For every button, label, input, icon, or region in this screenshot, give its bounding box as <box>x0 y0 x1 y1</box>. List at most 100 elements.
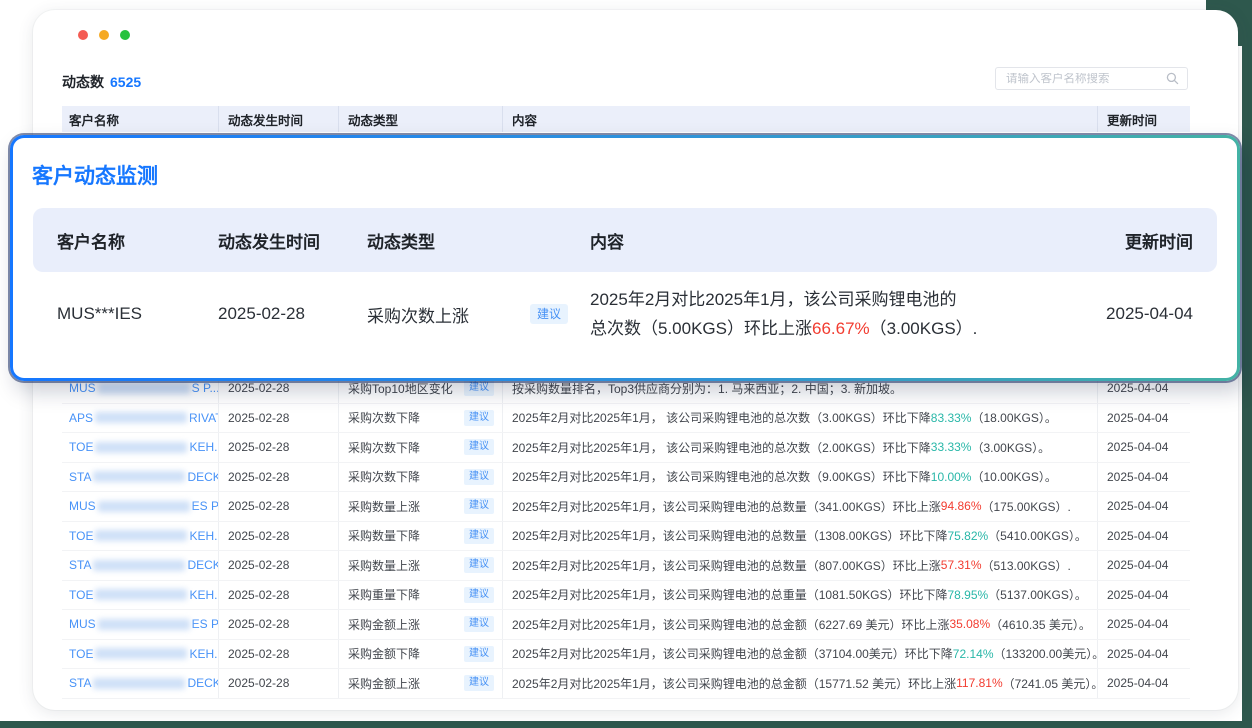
customer-name-prefix: TOE <box>69 440 93 454</box>
update-time: 2025-04-04 <box>1098 463 1190 492</box>
content-suffix-text: （513.00KGS）. <box>982 557 1071 574</box>
customer-name-prefix: MUS <box>69 617 96 631</box>
table-row[interactable]: TOEKEH... 2025-02-28 采购次数下降 建议 2025年2月对比… <box>62 433 1190 463</box>
table-row[interactable]: APSRIVAT... 2025-02-28 采购次数下降 建议 2025年2月… <box>62 404 1190 434</box>
event-date: 2025-02-28 <box>219 551 339 580</box>
event-type-cell: 采购数量下降 建议 <box>339 522 503 551</box>
suggestion-badge: 建议 <box>464 439 494 455</box>
table-row[interactable]: STADECK... 2025-02-28 采购数量上涨 建议 2025年2月对… <box>62 551 1190 581</box>
redacted-name-blur <box>95 589 187 600</box>
redacted-name-blur <box>93 560 185 571</box>
overlay-column-event-type: 动态类型 <box>367 228 590 253</box>
redacted-name-blur <box>95 530 187 541</box>
event-type-label: 采购次数下降 <box>348 439 420 456</box>
event-date: 2025-02-28 <box>219 463 339 492</box>
table-row[interactable]: MUSES P... 2025-02-28 采购金额上涨 建议 2025年2月对… <box>62 610 1190 640</box>
customer-name-suffix: RIVAT... <box>189 411 219 425</box>
overlay-content-line1: 2025年2月对比2025年1月，该公司采购锂电池的 <box>590 290 957 309</box>
table-row[interactable]: TOEKEH... 2025-02-28 采购数量下降 建议 2025年2月对比… <box>62 522 1190 552</box>
customer-name-link[interactable]: STADECK... <box>69 558 219 572</box>
customer-name-link[interactable]: MUSES P... <box>69 499 219 513</box>
content-suffix-text: （4610.35 美元）。 <box>990 616 1091 633</box>
column-header-event-date[interactable]: 动态发生时间 <box>219 106 339 132</box>
percent-change-value: 94.86% <box>941 499 982 513</box>
percent-change-value: 78.95% <box>947 588 988 602</box>
update-time: 2025-04-04 <box>1098 610 1190 639</box>
customer-name-link[interactable]: TOEKEH... <box>69 588 219 602</box>
event-type-cell: 采购次数下降 建议 <box>339 463 503 492</box>
redacted-name-blur <box>95 412 187 423</box>
event-content: 2025年2月对比2025年1月，该公司采购锂电池的总金额（15771.52 美… <box>503 669 1098 698</box>
update-time: 2025-04-04 <box>1098 522 1190 551</box>
content-text: 2025年2月对比2025年1月，该公司采购锂电池的总数量（807.00KGS）… <box>512 557 941 574</box>
content-suffix-text: （5410.00KGS）。 <box>988 527 1087 544</box>
overlay-content-line2: 总次数（5.00KGS）环比上涨 <box>590 319 812 338</box>
percent-change-value: 35.08% <box>949 617 990 631</box>
customer-name-cell: MUSES P... <box>62 492 219 521</box>
event-type-label: 采购数量下降 <box>348 527 420 544</box>
customer-name-suffix: DECK... <box>187 470 219 484</box>
customer-name-suffix: DECK... <box>187 676 219 690</box>
content-suffix-text: （7241.05 美元）。 <box>1003 675 1098 692</box>
event-type-cell: 采购金额上涨 建议 <box>339 669 503 698</box>
customer-name-suffix: KEH... <box>189 440 219 454</box>
frame-edge-right <box>1242 0 1252 728</box>
column-header-event-type[interactable]: 动态类型 <box>339 106 503 132</box>
customer-name-link[interactable]: MUSES P... <box>69 617 219 631</box>
update-time: 2025-04-04 <box>1098 404 1190 433</box>
customer-name-cell: STADECK... <box>62 669 219 698</box>
customer-name-link[interactable]: TOE KEH... <box>69 440 219 454</box>
percent-change-value: 75.82% <box>947 529 988 543</box>
dynamics-count-label: 动态数 <box>62 74 104 90</box>
table-row[interactable]: TOEKEH... 2025-02-28 采购金额下降 建议 2025年2月对比… <box>62 640 1190 670</box>
content-text: 2025年2月对比2025年1月，该公司采购锂电池的总数量（1308.00KGS… <box>512 527 947 544</box>
suggestion-badge: 建议 <box>464 469 494 485</box>
customer-name-prefix: TOE <box>69 647 93 661</box>
customer-name-suffix: KEH... <box>189 647 219 661</box>
table-row[interactable]: STADECK... 2025-02-28 采购金额上涨 建议 2025年2月对… <box>62 669 1190 699</box>
event-date: 2025-02-28 <box>219 610 339 639</box>
overlay-event-type-label: 采购次数上涨 <box>367 302 469 327</box>
customer-name-link[interactable]: TOE KEH... <box>69 647 219 661</box>
search-icon[interactable] <box>1166 72 1179 85</box>
customer-name-link[interactable]: STADECK... <box>69 676 219 690</box>
content-suffix-text: （10.00KGS）。 <box>971 468 1056 485</box>
redacted-name-blur <box>93 678 185 689</box>
suggestion-badge: 建议 <box>464 675 494 691</box>
column-header-customer-name[interactable]: 客户名称 <box>62 106 219 132</box>
overlay-event-type-cell: 采购次数上涨 建议 <box>367 302 590 327</box>
redacted-name-blur <box>95 442 187 453</box>
customer-name-link[interactable]: STADECK... <box>69 470 219 484</box>
column-header-update-time[interactable]: 更新时间 <box>1098 106 1190 132</box>
content-suffix-text: （133200.00美元）。 <box>994 645 1099 662</box>
customer-name-link[interactable]: MUSS P... <box>69 381 219 395</box>
table-row[interactable]: MUSES P... 2025-02-28 采购数量上涨 建议 2025年2月对… <box>62 492 1190 522</box>
overlay-table-header: 客户名称 动态发生时间 动态类型 内容 更新时间 <box>33 208 1217 272</box>
close-window-button[interactable] <box>78 30 88 40</box>
minimize-window-button[interactable] <box>99 30 109 40</box>
redacted-name-blur <box>95 648 187 659</box>
zoom-window-button[interactable] <box>120 30 130 40</box>
event-type-cell: 采购金额下降 建议 <box>339 640 503 669</box>
dynamics-count-value: 6525 <box>110 74 141 90</box>
customer-name-link[interactable]: APSRIVAT... <box>69 411 219 425</box>
customer-name-prefix: TOE <box>69 529 93 543</box>
column-header-content[interactable]: 内容 <box>503 106 1098 132</box>
customer-name-link[interactable]: TOEKEH... <box>69 529 219 543</box>
table-row[interactable]: STADECK... 2025-02-28 采购次数下降 建议 2025年2月对… <box>62 463 1190 493</box>
event-content: 2025年2月对比2025年1月， 该公司采购锂电池的总次数（3.00KGS）环… <box>503 404 1098 433</box>
event-type-label: 采购金额上涨 <box>348 675 420 692</box>
suggestion-badge: 建议 <box>464 528 494 544</box>
customer-name-suffix: DECK... <box>187 558 219 572</box>
event-type-label: 采购重量下降 <box>348 586 420 603</box>
event-date: 2025-02-28 <box>219 581 339 610</box>
event-content: 2025年2月对比2025年1月，该公司采购锂电池的总数量（807.00KGS）… <box>503 551 1098 580</box>
customer-name-cell: TOEKEH... <box>62 522 219 551</box>
suggestion-badge: 建议 <box>464 646 494 662</box>
percent-change-value: 57.31% <box>941 558 982 572</box>
event-date: 2025-02-28 <box>219 669 339 698</box>
search-input[interactable] <box>1006 73 1166 85</box>
table-header: 客户名称 动态发生时间 动态类型 内容 更新时间 <box>62 106 1190 132</box>
overlay-table-row[interactable]: MUS***IES 2025-02-28 采购次数上涨 建议 2025年2月对比… <box>33 272 1217 356</box>
table-row[interactable]: TOEKEH... 2025-02-28 采购重量下降 建议 2025年2月对比… <box>62 581 1190 611</box>
